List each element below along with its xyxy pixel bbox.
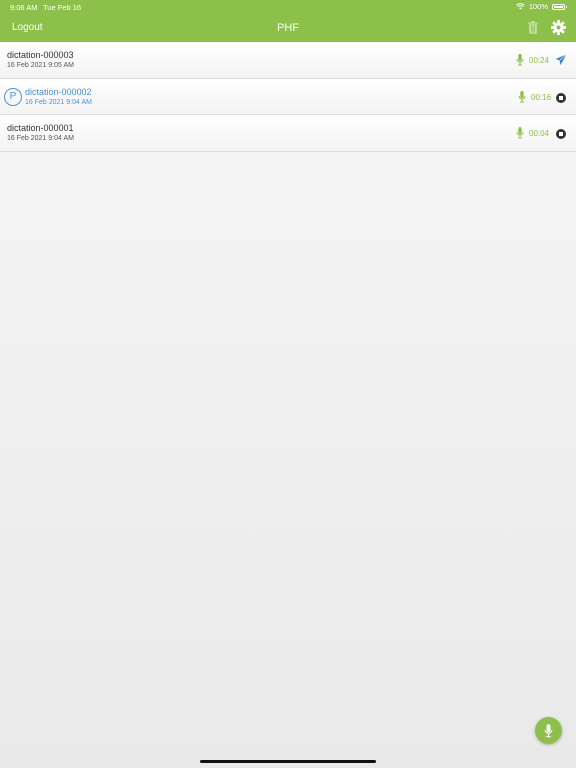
- dictation-title: dictation-000003: [7, 50, 74, 60]
- microphone-icon: [516, 127, 524, 139]
- microphone-icon: [544, 723, 553, 737]
- status-time: 9:06 AM: [10, 3, 38, 12]
- dictation-date: 16 Feb 2021 9:04 AM: [7, 135, 74, 142]
- microphone-icon: [518, 90, 526, 102]
- dictation-row[interactable]: dictation-000003 16 Feb 2021 9:05 AM 00:…: [0, 42, 576, 79]
- dictation-row[interactable]: dictation-000001 16 Feb 2021 9:04 AM 00:…: [0, 115, 576, 152]
- status-indicators: 100%: [515, 2, 567, 11]
- dictation-list: dictation-000003 16 Feb 2021 9:05 AM 00:…: [0, 42, 576, 152]
- dictation-row[interactable]: P dictation-000002 16 Feb 2021 9:04 AM 0…: [0, 78, 576, 115]
- page-title: PHF: [277, 22, 299, 34]
- status-date: Tue Feb 16: [43, 3, 82, 12]
- battery-percentage: 100%: [528, 2, 548, 11]
- dictation-title: dictation-000002: [25, 86, 92, 97]
- dictation-title: dictation-000001: [7, 123, 74, 133]
- trash-icon[interactable]: [528, 21, 538, 34]
- dictation-date: 16 Feb 2021 9:05 AM: [7, 62, 74, 69]
- status-bar: 9:06 AM Tue Feb 16 100%: [0, 0, 576, 14]
- dictation-duration: 00:24: [529, 56, 550, 65]
- wifi-icon: [515, 3, 525, 10]
- stop-icon[interactable]: [556, 129, 566, 139]
- microphone-icon: [516, 54, 524, 66]
- gear-icon[interactable]: [551, 20, 566, 35]
- stop-icon[interactable]: [556, 92, 566, 103]
- send-icon[interactable]: [555, 54, 567, 66]
- battery-icon: [552, 3, 567, 10]
- pending-badge: P: [4, 87, 22, 106]
- record-button[interactable]: [535, 717, 562, 744]
- battery-level-fill: [554, 5, 563, 8]
- dictation-duration: 00:16: [531, 92, 552, 102]
- dictation-date: 16 Feb 2021 9:04 AM: [25, 98, 92, 106]
- dictation-duration: 00:04: [529, 129, 550, 138]
- home-indicator: [200, 760, 376, 763]
